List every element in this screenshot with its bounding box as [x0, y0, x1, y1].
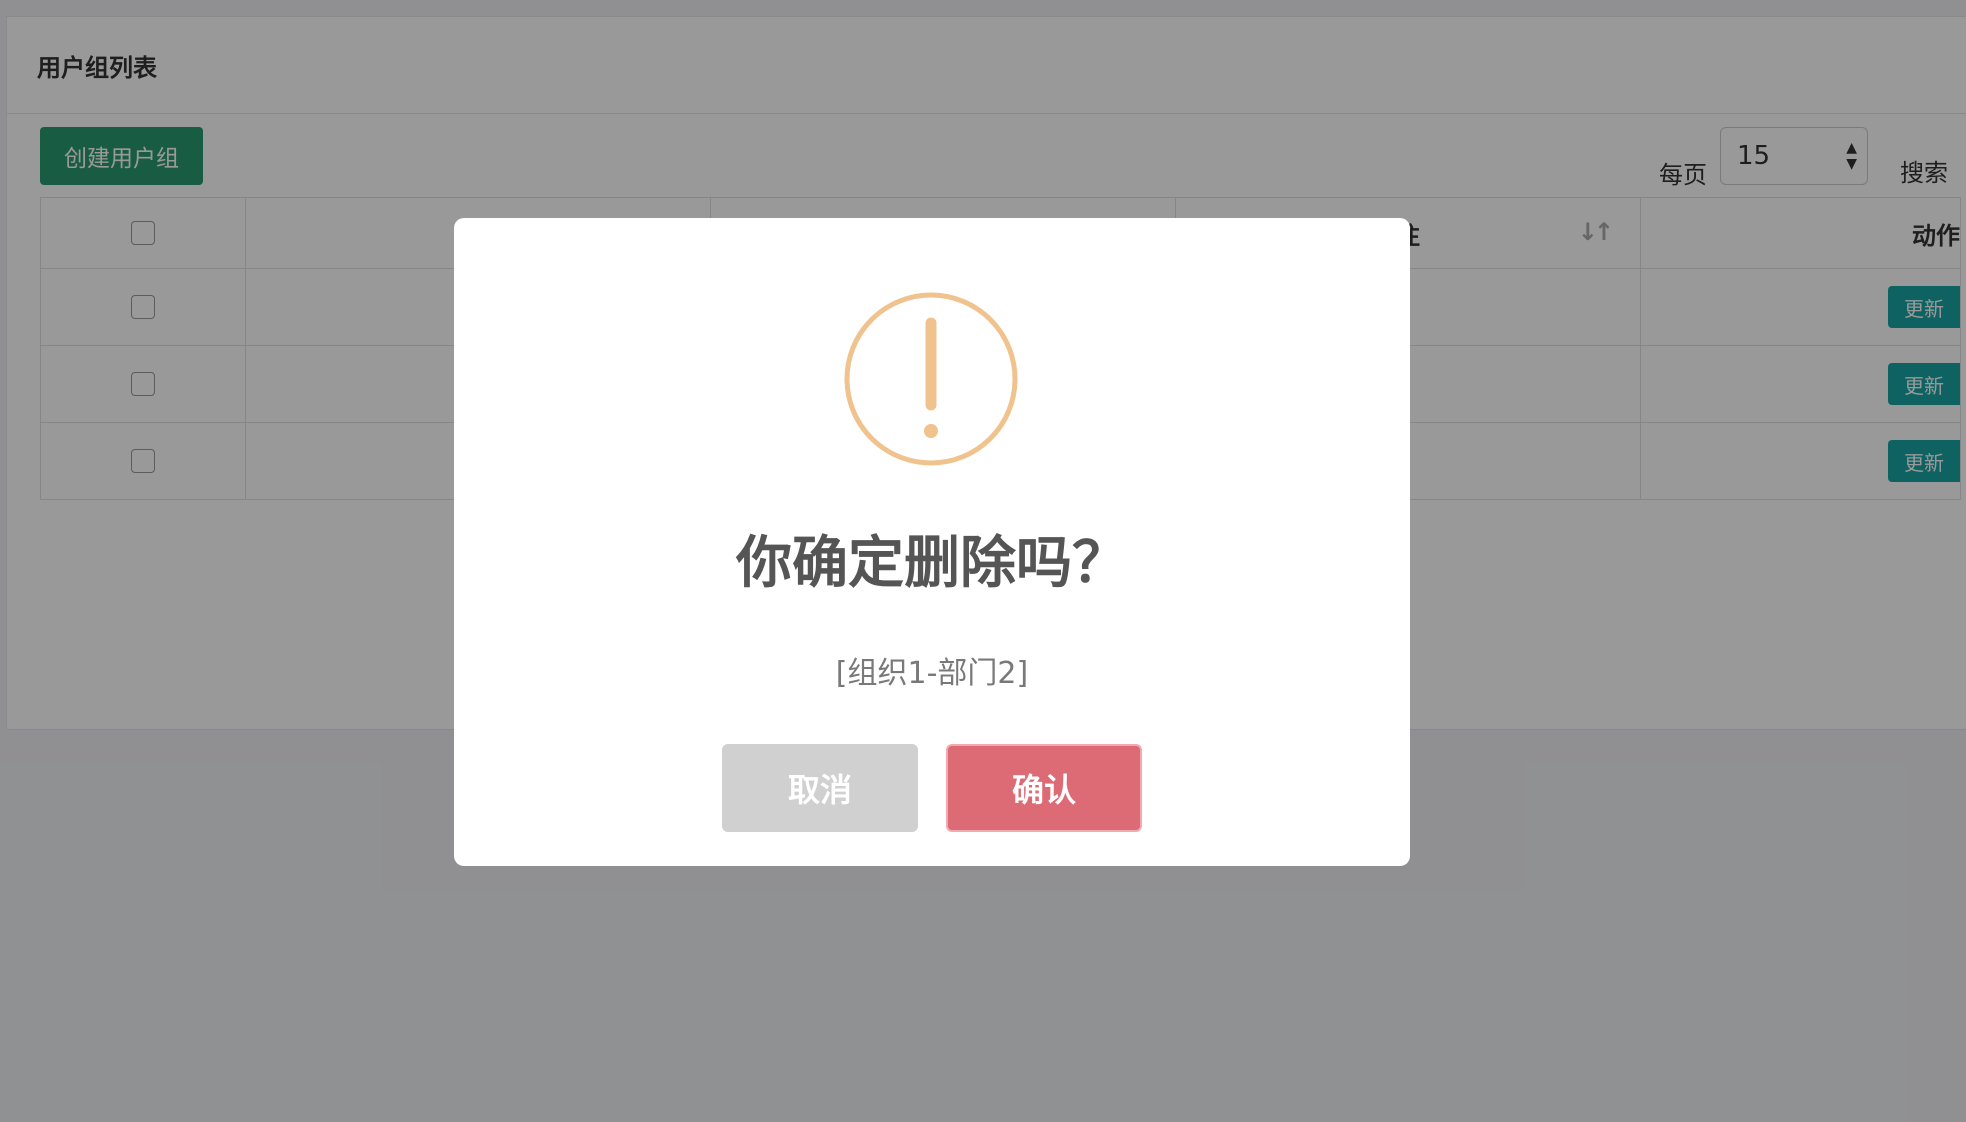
- dialog-text: [组织1-部门2]: [835, 656, 1029, 691]
- dialog-title: 你确定删除吗？: [736, 531, 1128, 596]
- cancel-button[interactable]: 取消: [722, 744, 918, 832]
- delete-confirm-dialog: 你确定删除吗？ [组织1-部门2] 取消 确认: [454, 218, 1410, 866]
- warning-exclamation-icon: [844, 292, 1018, 466]
- confirm-button[interactable]: 确认: [946, 744, 1142, 832]
